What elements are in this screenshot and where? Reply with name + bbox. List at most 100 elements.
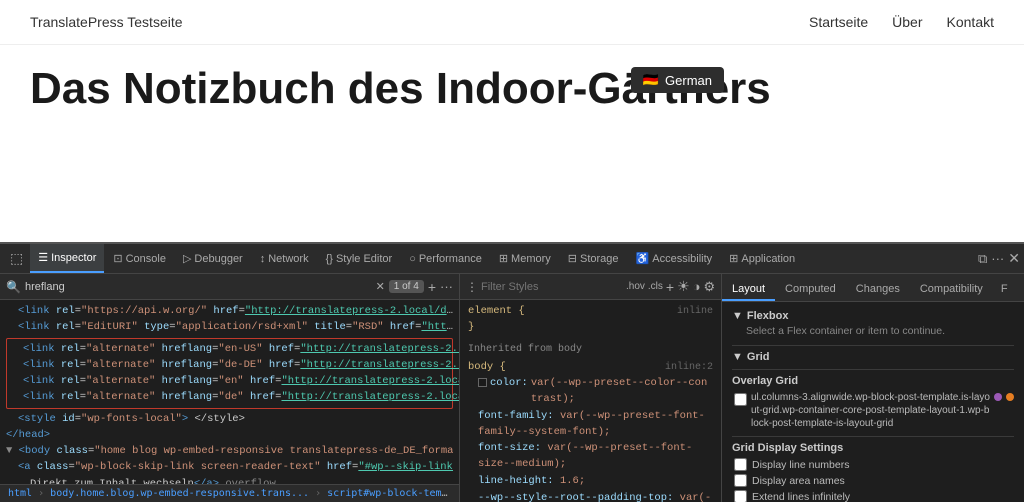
css-body-source: inline:2 — [665, 360, 713, 376]
filter-icon: ⋮ — [466, 280, 478, 294]
css-more[interactable]: ☀ — [677, 278, 690, 295]
style-editor-icon: {} — [326, 253, 333, 265]
devtools-panel: ⬚ ☰ Inspector ⊡ Console ▷ Debugger ↕ Net… — [0, 242, 1024, 502]
css-settings[interactable]: ⚙ — [704, 279, 716, 295]
tab-inspector[interactable]: ☰ Inspector — [30, 244, 104, 273]
css-prop: line-height: — [478, 475, 554, 487]
tab-performance[interactable]: ○ Performance — [401, 250, 490, 268]
toolbar-pick-icon[interactable]: ⬚ — [4, 250, 29, 267]
css-content: element { inline } Inherited from body b… — [460, 300, 721, 502]
flexbox-desc: Select a Flex container or item to conti… — [732, 325, 1014, 337]
tab-console[interactable]: ⊡ Console — [105, 249, 174, 268]
tab-network[interactable]: ↕ Network — [252, 250, 317, 268]
debugger-label: Debugger — [194, 253, 242, 265]
flexbox-section: ▼ Flexbox Select a Flex container or ite… — [732, 310, 1014, 337]
breadcrumb-bar: html › body.home.blog.wp-embed-responsiv… — [0, 484, 459, 502]
performance-label: Performance — [419, 253, 482, 265]
site-title: TranslatePress Testseite — [30, 14, 183, 30]
tab-memory[interactable]: ⊞ Memory — [491, 249, 559, 268]
overlay-grid-section: Overlay Grid ul.columns-3.alignwide.wp-b… — [732, 375, 1014, 430]
network-label: Network — [268, 253, 308, 265]
debugger-icon: ▷ — [183, 252, 191, 265]
grid-arrow[interactable]: ▼ — [732, 351, 743, 363]
html-content: <link rel="https://api.w.org/" href="htt… — [0, 300, 459, 484]
css-prop: --wp--style--root--padding-top: — [478, 492, 673, 502]
class-toggle[interactable]: .cls — [648, 281, 663, 292]
display-area-names-checkbox[interactable] — [734, 474, 747, 487]
tab-changes[interactable]: Changes — [846, 279, 910, 301]
display-area-names-label: Display area names — [752, 475, 845, 487]
css-prop: font-family: — [478, 410, 554, 422]
tab-computed[interactable]: Computed — [775, 279, 846, 301]
storage-label: Storage — [580, 253, 619, 265]
overlay-grid-checkbox[interactable] — [734, 393, 747, 406]
css-toolbar: ⋮ .hov .cls + ☀ ◑ ⚙ — [460, 274, 721, 300]
bc-html[interactable]: html — [8, 488, 32, 499]
inspector-label: Inspector — [51, 252, 96, 264]
html-line: <link rel="EditURI" type="application/rs… — [6, 319, 453, 335]
more-button[interactable]: ··· — [991, 251, 1004, 266]
console-icon: ⊡ — [113, 252, 122, 265]
display-line-numbers-checkbox[interactable] — [734, 458, 747, 471]
layout-tabs: Layout Computed Changes Compatibility F — [722, 274, 1024, 302]
network-icon: ↕ — [260, 253, 266, 265]
tab-style-editor[interactable]: {} Style Editor — [318, 250, 401, 268]
tab-f[interactable]: F — [993, 279, 1016, 301]
tab-accessibility[interactable]: ♿ Accessibility — [628, 249, 721, 268]
html-line: <link rel="alternate" hreflang="de" href… — [11, 389, 448, 405]
html-line: ▼ <body class="home blog wp-embed-respon… — [6, 443, 453, 459]
grid-display-item-1: Display line numbers — [732, 458, 1014, 471]
bc-script[interactable]: script#wp-block-template-skip-link-js-af… — [327, 488, 459, 499]
dot-orange — [1006, 393, 1014, 401]
nav-startseite[interactable]: Startseite — [809, 14, 868, 30]
grid-display-item-3: Extend lines infinitely — [732, 490, 1014, 502]
extend-lines-checkbox[interactable] — [734, 490, 747, 502]
add-css-rule[interactable]: + — [666, 279, 674, 295]
extend-lines-label: Extend lines infinitely — [752, 491, 850, 502]
tab-compatibility[interactable]: Compatibility — [910, 279, 993, 301]
inspector-search-bar: 🔍 ✕ 1 of 4 + ··· — [0, 274, 459, 300]
search-icon: 🔍 — [6, 280, 21, 294]
html-line: <link rel="alternate" hreflang="en-US" h… — [11, 341, 448, 357]
tab-debugger[interactable]: ▷ Debugger — [175, 249, 251, 268]
html-line: <link rel="alternate" hreflang="de-DE" h… — [11, 357, 448, 373]
lang-badge: 🇩🇪 German — [631, 67, 724, 93]
css-prop: color: — [490, 376, 528, 392]
search-count-badge: 1 of 4 — [389, 280, 424, 293]
add-node-button[interactable]: + — [428, 279, 436, 295]
close-devtools-button[interactable]: ✕ — [1008, 250, 1020, 267]
lang-flag: 🇩🇪 — [643, 72, 659, 88]
layout-content: ▼ Flexbox Select a Flex container or ite… — [722, 302, 1024, 502]
css-inherited-label: Inherited from body — [468, 342, 713, 357]
selector-toggle[interactable]: .hov — [626, 281, 645, 292]
html-line: <a class="wp-block-skip-link screen-read… — [6, 459, 453, 475]
nav-uber[interactable]: Über — [892, 14, 922, 30]
accessibility-icon: ♿ — [636, 252, 650, 265]
color-swatch — [478, 378, 487, 387]
bc-body[interactable]: body.home.blog.wp-embed-responsive.trans… — [50, 488, 309, 499]
application-label: Application — [741, 253, 795, 265]
grid-title: ▼ Grid — [732, 351, 1014, 363]
memory-icon: ⊞ — [499, 252, 508, 265]
html-line: Direkt zum Inhalt wechseln</a> overflow — [6, 476, 453, 484]
grid-display-item-2: Display area names — [732, 474, 1014, 487]
css-filter-input[interactable] — [481, 281, 623, 293]
tab-storage[interactable]: ⊟ Storage — [560, 249, 627, 268]
flexbox-title: ▼ Flexbox — [732, 310, 1014, 322]
css-dark[interactable]: ◑ — [693, 279, 701, 294]
css-panel: ⋮ .hov .cls + ☀ ◑ ⚙ element { inline } I… — [460, 274, 722, 502]
nav-kontakt[interactable]: Kontakt — [947, 14, 994, 30]
style-editor-label: Style Editor — [336, 253, 392, 265]
performance-icon: ○ — [409, 253, 416, 265]
more-options-button[interactable]: ··· — [440, 279, 453, 294]
css-element-selector: element { — [468, 304, 525, 320]
search-input[interactable] — [25, 281, 372, 293]
grid-section: ▼ Grid — [732, 351, 1014, 363]
flexbox-arrow[interactable]: ▼ — [732, 310, 743, 322]
dock-button[interactable]: ⧉ — [978, 251, 987, 267]
tab-application[interactable]: ⊞ Application — [721, 249, 803, 268]
css-inline-label: inline — [677, 304, 713, 320]
tab-layout[interactable]: Layout — [722, 279, 775, 301]
console-label: Console — [126, 253, 166, 265]
clear-search-icon[interactable]: ✕ — [376, 280, 385, 293]
